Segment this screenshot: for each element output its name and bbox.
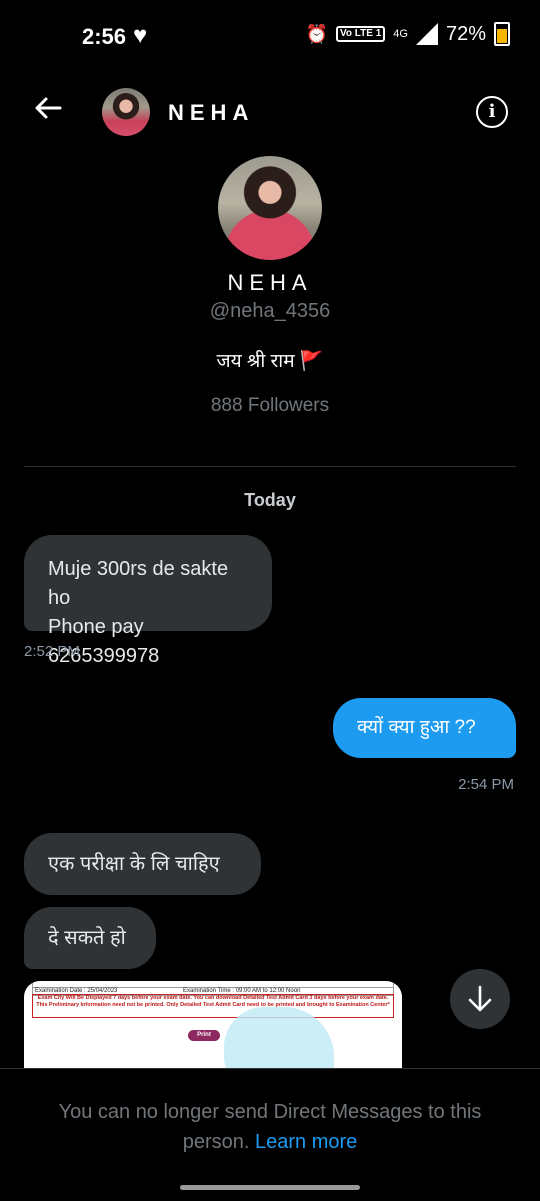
message-text-line: Phone pay 6265399978 bbox=[48, 616, 160, 667]
profile-handle: @neha_4356 bbox=[209, 300, 331, 322]
status-bar: 2:56 ♥ ⏰ Vo LTE 1 4G 72% bbox=[0, 0, 540, 74]
day-label: Today bbox=[244, 490, 296, 510]
learn-more-link[interactable]: Learn more bbox=[255, 1131, 357, 1153]
back-arrow-icon[interactable] bbox=[32, 92, 66, 126]
divider bbox=[24, 466, 516, 467]
image-attachment[interactable]: Examination Date : 25/04/2023 Examinatio… bbox=[24, 981, 402, 1081]
attachment-print-button: Print bbox=[188, 1030, 220, 1041]
profile-avatar[interactable] bbox=[218, 156, 322, 260]
message-text: दे सकते हो bbox=[48, 927, 126, 949]
message-bubble-incoming[interactable]: एक परीक्षा के लि चाहिए bbox=[24, 833, 261, 895]
message-text: क्यों क्या हुआ ?? bbox=[357, 717, 476, 738]
info-icon[interactable]: i bbox=[476, 96, 508, 128]
battery-percent: 72% bbox=[445, 22, 486, 45]
status-time: 2:56 bbox=[82, 24, 127, 49]
signal-icon bbox=[415, 23, 438, 45]
heart-icon: ♥ bbox=[133, 22, 148, 49]
home-indicator[interactable] bbox=[180, 1185, 360, 1190]
message-text-line: Muje 300rs de sakte ho bbox=[48, 558, 229, 609]
scroll-down-button[interactable] bbox=[450, 969, 510, 1029]
message-bubble-incoming[interactable]: Muje 300rs de sakte ho Phone pay 6265399… bbox=[24, 535, 272, 667]
alarm-icon: ⏰ bbox=[305, 23, 328, 44]
header-avatar[interactable] bbox=[102, 88, 150, 136]
battery-icon bbox=[494, 22, 510, 46]
network-type-label: 4G bbox=[393, 28, 408, 40]
footer-message: You can no longer send Direct Messages t… bbox=[30, 1097, 510, 1157]
volte-icon: Vo LTE 1 bbox=[335, 26, 386, 42]
profile-name: NEHA bbox=[227, 270, 313, 295]
message-text: एक परीक्षा के लि चाहिए bbox=[48, 853, 220, 875]
arrow-down-icon bbox=[468, 985, 492, 1012]
profile-bio: जय श्री राम 🚩 bbox=[0, 347, 540, 373]
message-timestamp: 2:52 PM bbox=[24, 643, 80, 660]
dm-restricted-footer: You can no longer send Direct Messages t… bbox=[0, 1068, 540, 1201]
message-bubble-incoming[interactable]: दे सकते हो bbox=[24, 907, 156, 969]
conversation-header: NEHA i bbox=[0, 80, 540, 144]
header-name[interactable]: NEHA bbox=[168, 100, 254, 126]
profile-followers[interactable]: 888 Followers bbox=[0, 395, 540, 417]
status-icons: ⏰ Vo LTE 1 4G 72% bbox=[306, 22, 510, 46]
message-bubble-outgoing[interactable]: क्यों क्या हुआ ?? bbox=[333, 698, 516, 758]
bio-text: जय श्री राम bbox=[216, 351, 295, 372]
flag-icon: 🚩 bbox=[299, 351, 324, 372]
message-timestamp: 2:54 PM bbox=[458, 776, 514, 793]
attachment-notice: Exam City Will Be Displayed 7 days befor… bbox=[32, 994, 394, 1018]
